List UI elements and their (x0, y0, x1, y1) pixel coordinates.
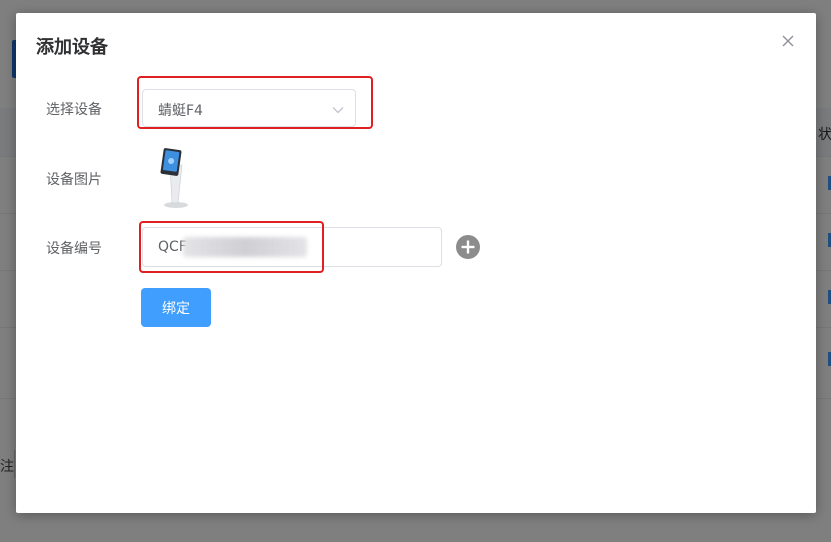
bind-button[interactable]: 绑定 (141, 288, 211, 327)
redaction-blur (183, 237, 307, 257)
device-select-value: 蜻蜓F4 (158, 103, 203, 119)
close-icon[interactable] (780, 33, 796, 49)
chevron-down-icon (331, 102, 345, 116)
kiosk-device-image (154, 145, 192, 209)
device-number-input[interactable]: QCF (142, 227, 442, 267)
device-image-label: 设备图片 (46, 172, 102, 188)
device-select[interactable]: 蜻蜓F4 (142, 89, 356, 127)
select-device-label: 选择设备 (46, 102, 102, 118)
device-number-label: 设备编号 (46, 241, 102, 257)
add-device-dialog: 添加设备 选择设备 蜻蜓F4 设备图片 设备编号 QCF 绑定 (16, 13, 816, 513)
plus-circle-icon[interactable] (456, 235, 480, 259)
dialog-title: 添加设备 (36, 37, 108, 58)
